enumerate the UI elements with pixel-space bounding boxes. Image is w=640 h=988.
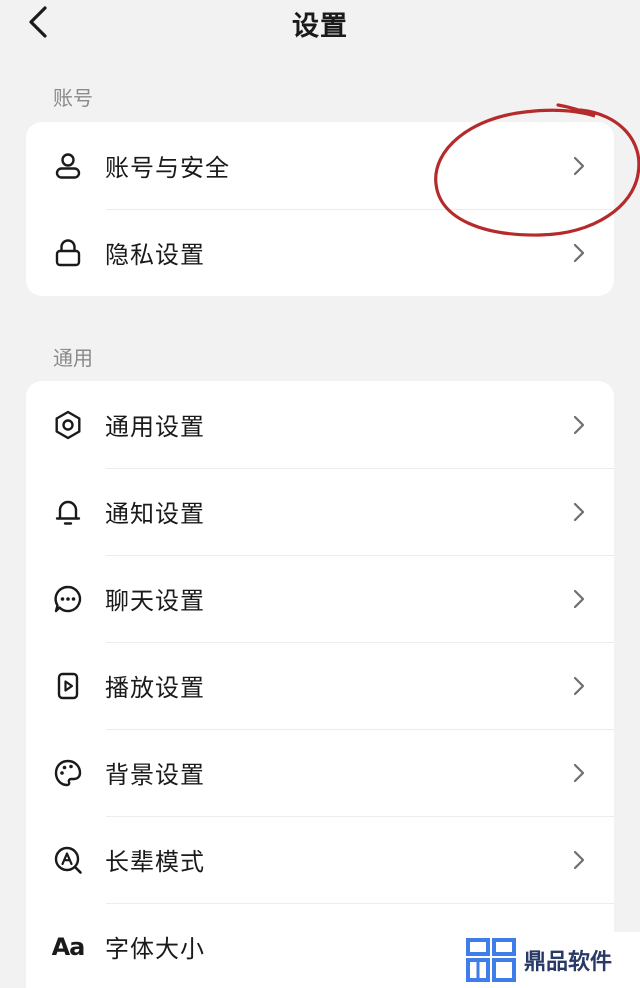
settings-item-playback[interactable]: 播放设置 — [26, 642, 614, 729]
play-icon — [52, 670, 84, 702]
chevron-right-icon — [573, 502, 585, 521]
section-title-account: 账号 — [53, 86, 93, 110]
lock-icon — [52, 237, 84, 269]
account-card: 账号与安全 隐私设置 — [26, 122, 614, 296]
chevron-right-icon — [573, 676, 585, 695]
settings-item-label: 通用设置 — [105, 413, 205, 441]
chevron-right-icon — [573, 156, 585, 175]
settings-item-label: 长辈模式 — [105, 848, 205, 876]
settings-item-elder-mode[interactable]: 长辈模式 — [26, 816, 614, 903]
general-card: 通用设置 通知设置 聊天设置 播放设置 背景设置 长辈模式 Aa 字体大小 — [26, 381, 614, 988]
chat-bubble-icon — [52, 583, 84, 615]
settings-item-label: 通知设置 — [105, 500, 205, 528]
settings-item-label: 账号与安全 — [105, 154, 230, 182]
settings-item-account-security[interactable]: 账号与安全 — [26, 122, 614, 209]
chevron-right-icon — [573, 415, 585, 434]
section-title-general: 通用 — [53, 346, 93, 370]
watermark-logo-icon — [466, 938, 516, 982]
palette-icon — [52, 757, 84, 789]
font-size-icon: Aa — [51, 931, 86, 963]
nav-bar: 设置 — [0, 0, 640, 44]
settings-item-label: 字体大小 — [105, 935, 205, 963]
chevron-right-icon — [573, 763, 585, 782]
font-size-icon-text: Aa — [51, 932, 86, 961]
settings-item-label: 背景设置 — [105, 761, 205, 789]
settings-page: 设置 账号 账号与安全 隐私设置 通用 通用设置 通知设置 聊天设置 播放设置 … — [0, 0, 640, 988]
settings-item-chat[interactable]: 聊天设置 — [26, 555, 614, 642]
settings-item-privacy[interactable]: 隐私设置 — [26, 209, 614, 296]
settings-item-label: 聊天设置 — [105, 587, 205, 615]
settings-item-background[interactable]: 背景设置 — [26, 729, 614, 816]
settings-item-notification[interactable]: 通知设置 — [26, 468, 614, 555]
bell-icon — [52, 496, 84, 528]
watermark: 鼎品软件 — [462, 932, 640, 988]
chevron-right-icon — [573, 243, 585, 262]
chevron-right-icon — [573, 850, 585, 869]
elder-mode-icon — [52, 844, 84, 876]
settings-item-label: 隐私设置 — [105, 241, 205, 269]
user-icon — [52, 150, 84, 182]
settings-item-general[interactable]: 通用设置 — [26, 381, 614, 468]
chevron-right-icon — [573, 589, 585, 608]
watermark-text: 鼎品软件 — [524, 950, 613, 975]
settings-item-label: 播放设置 — [105, 674, 205, 702]
gear-icon — [52, 409, 84, 441]
page-title: 设置 — [292, 11, 348, 42]
